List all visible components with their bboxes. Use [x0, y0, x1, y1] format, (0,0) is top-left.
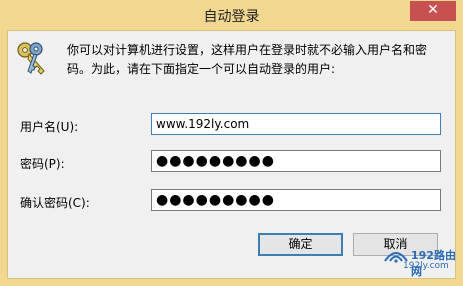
- close-icon: ✕: [427, 2, 439, 18]
- keys-icon: [17, 42, 45, 75]
- watermark-url: 192ly.com: [403, 261, 449, 271]
- confirm-password-label: 确认密码(C):: [20, 196, 90, 210]
- window-title: 自动登录: [203, 9, 260, 25]
- password-label: 密码(P):: [20, 157, 65, 171]
- confirm-password-field[interactable]: [151, 189, 441, 211]
- site-watermark: 192路由网 192ly.com: [383, 247, 463, 278]
- username-label: 用户名(U):: [20, 120, 79, 134]
- title-bar: 自动登录 ✕: [0, 0, 463, 30]
- instructions-text: 你可以对计算机进行设置，这样用户在登录时就不必输入用户名和密码。为此，请在下面指…: [67, 43, 428, 76]
- ok-button[interactable]: 确定: [258, 233, 343, 256]
- password-field[interactable]: [151, 150, 441, 172]
- close-button[interactable]: ✕: [410, 1, 456, 21]
- username-field[interactable]: [151, 113, 441, 135]
- window-frame-bottom: [0, 279, 463, 286]
- window-frame-left: [0, 30, 7, 286]
